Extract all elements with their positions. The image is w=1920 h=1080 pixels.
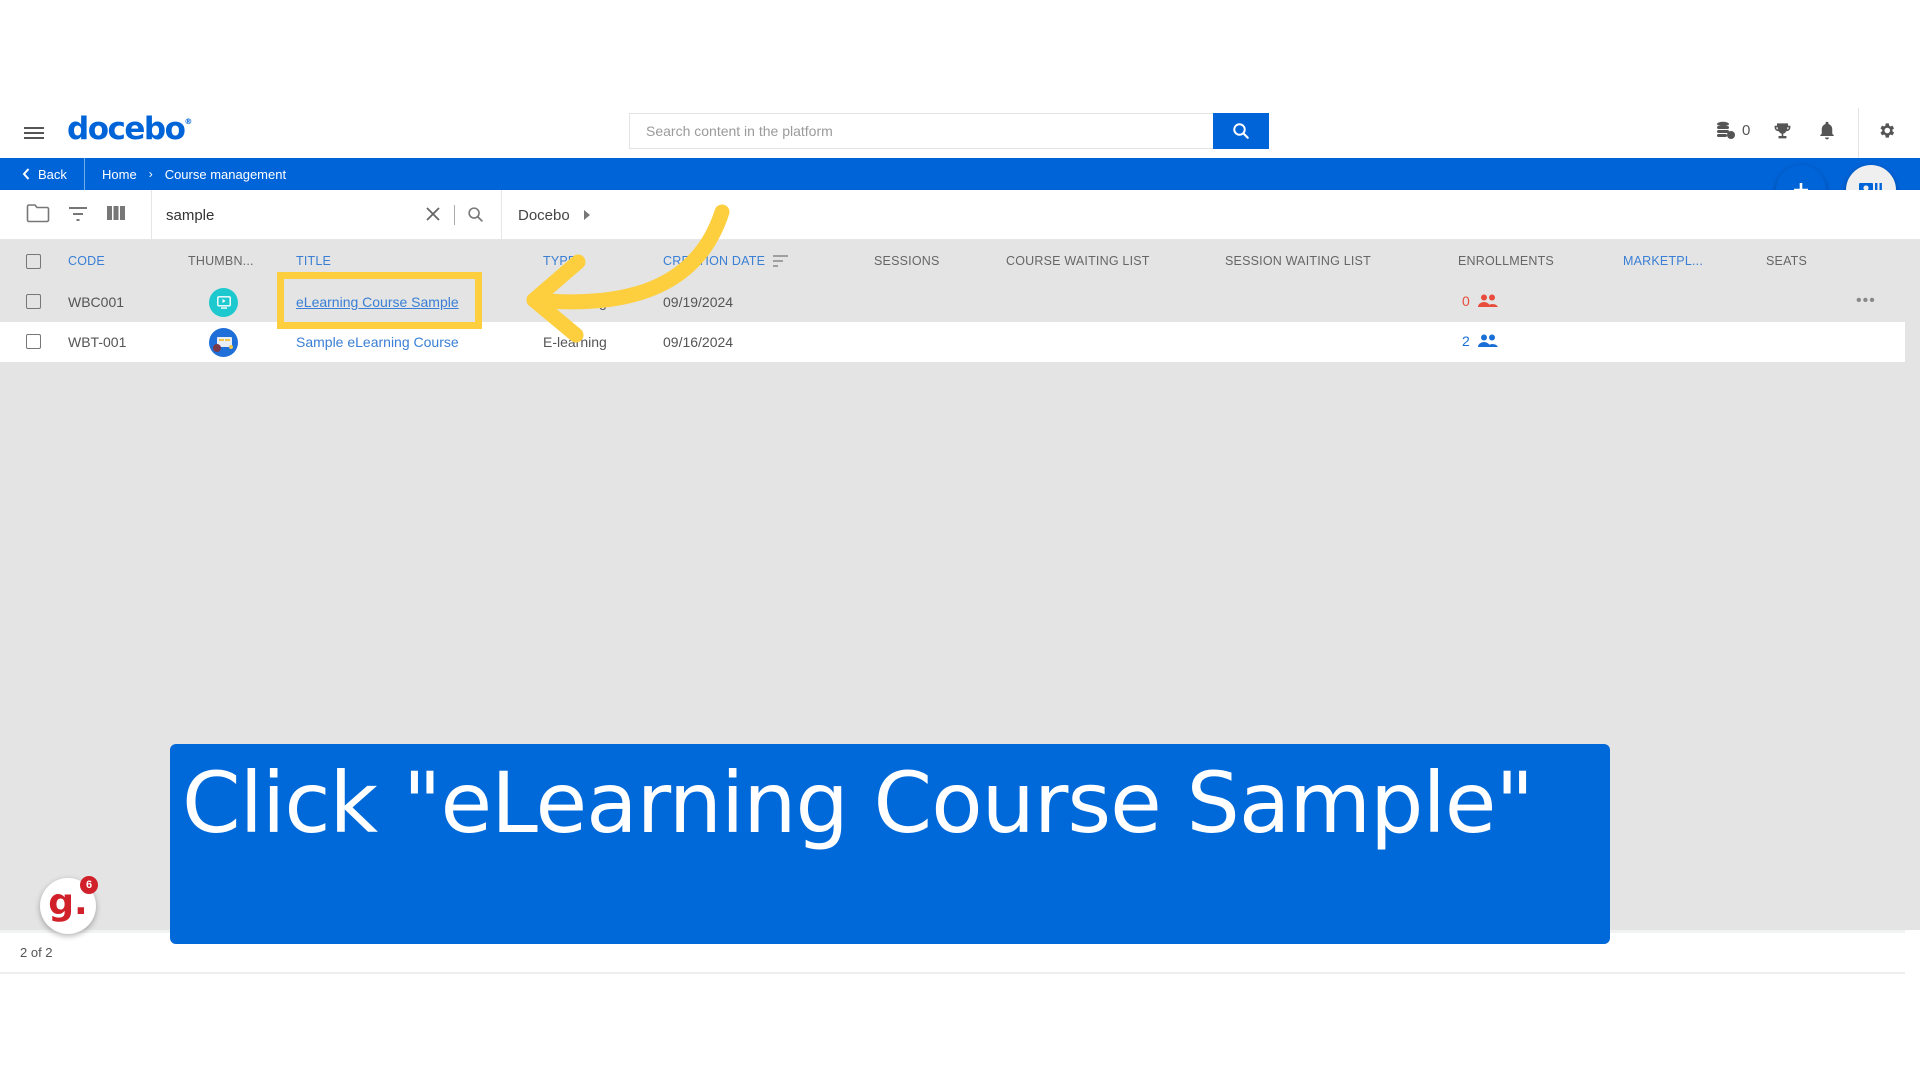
tutorial-highlight-box <box>277 272 482 329</box>
course-image-icon <box>212 336 233 352</box>
table-search-button[interactable] <box>467 206 484 228</box>
column-header-sessions: SESSIONS <box>874 254 940 268</box>
global-search-field[interactable] <box>629 113 1213 149</box>
filter-icon <box>69 207 87 221</box>
breadcrumb-current: Course management <box>164 166 287 182</box>
tutorial-caption-text: Click "eLearning Course Sample" <box>182 754 1534 852</box>
enrollments-link[interactable]: 0 <box>1462 293 1498 309</box>
row-checkbox[interactable] <box>26 294 41 309</box>
column-header-course-waiting-list: COURSE WAITING LIST <box>1006 254 1150 268</box>
folder-icon <box>26 204 50 223</box>
global-search-button[interactable] <box>1213 113 1269 149</box>
users-icon <box>1477 334 1498 347</box>
enrollments-count: 2 <box>1462 333 1470 349</box>
enrollments-link[interactable]: 2 <box>1462 333 1498 349</box>
guide-widget-button[interactable]: g. 6 <box>40 876 98 934</box>
breadcrumb-separator: › <box>148 167 153 181</box>
guide-notification-badge: 6 <box>80 876 98 894</box>
filter-button[interactable] <box>68 206 88 227</box>
trophy-button[interactable] <box>1773 121 1792 145</box>
toolbar-divider <box>151 190 152 240</box>
columns-icon <box>107 206 125 220</box>
users-icon <box>1477 294 1498 307</box>
columns-button[interactable] <box>107 205 125 226</box>
column-header-enrollments: ENROLLMENTS <box>1458 254 1554 268</box>
pager-divider <box>0 972 1905 974</box>
table-toolbar: Docebo <box>0 190 1920 240</box>
course-code: WBT-001 <box>68 334 127 350</box>
header-divider <box>1858 108 1859 158</box>
chevron-left-icon <box>22 168 30 180</box>
global-search-input[interactable] <box>630 114 1213 148</box>
column-header-code[interactable]: CODE <box>68 254 105 268</box>
pagination-label: 2 of 2 <box>20 945 53 960</box>
column-header-title[interactable]: TITLE <box>296 254 331 268</box>
select-all-checkbox[interactable] <box>26 254 41 269</box>
settings-button[interactable] <box>1877 121 1896 145</box>
logo-text: docebo <box>67 111 186 147</box>
top-header: docebo® 0 <box>0 108 1920 158</box>
notifications-button[interactable] <box>1818 120 1836 145</box>
breadcrumb: Home › Course management <box>102 158 286 190</box>
bell-icon <box>1820 121 1834 140</box>
enrollments-count: 0 <box>1462 293 1470 309</box>
search-separator <box>454 205 455 225</box>
coins-icon <box>1717 121 1735 139</box>
breadcrumb-home[interactable]: Home <box>102 167 137 182</box>
credits-indicator[interactable]: 0 <box>1716 120 1750 140</box>
credits-count: 0 <box>1742 121 1751 139</box>
column-header-marketplace[interactable]: MARKETPL... <box>1623 254 1703 268</box>
column-header-session-waiting-list: SESSION WAITING LIST <box>1225 254 1371 268</box>
course-thumbnail <box>209 288 238 317</box>
folder-tree-button[interactable] <box>26 203 50 228</box>
gear-icon <box>1880 123 1895 138</box>
trophy-icon <box>1774 123 1791 139</box>
tutorial-arrow-icon <box>526 204 730 343</box>
table-search-input[interactable] <box>166 200 416 230</box>
search-icon <box>1233 123 1249 139</box>
close-icon <box>426 207 440 221</box>
clear-search-button[interactable] <box>425 206 441 227</box>
video-course-icon <box>216 296 231 309</box>
sort-icon <box>773 255 789 267</box>
back-button[interactable]: Back <box>0 158 85 190</box>
column-header-seats: SEATS <box>1766 254 1808 268</box>
row-checkbox[interactable] <box>26 334 41 349</box>
toolbar-divider <box>501 190 502 240</box>
course-thumbnail <box>209 328 238 357</box>
breadcrumb-bar: Back Home › Course management <box>0 158 1920 190</box>
course-code: WBC001 <box>68 294 125 310</box>
row-more-options-button[interactable]: ••• <box>1856 292 1876 310</box>
hamburger-menu-icon[interactable] <box>24 124 44 142</box>
search-icon <box>468 207 483 222</box>
docebo-logo[interactable]: docebo® <box>67 111 192 147</box>
back-label: Back <box>38 166 67 182</box>
course-title-link[interactable]: Sample eLearning Course <box>296 334 459 350</box>
column-header-thumbnail: THUMBN... <box>188 254 254 268</box>
tutorial-caption-banner: Click "eLearning Course Sample" <box>170 744 1610 944</box>
